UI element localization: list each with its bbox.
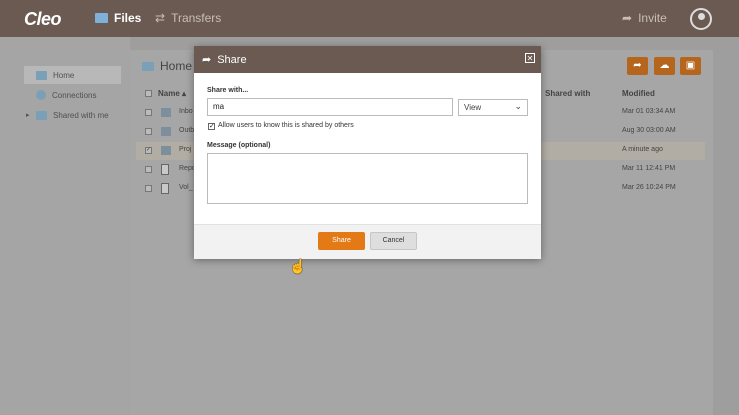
- share-dialog: ➦ Share ✕ Share with... ma View ⌄ ✓ Allo…: [194, 46, 541, 259]
- allow-users-checkbox[interactable]: ✓: [208, 123, 215, 130]
- folder-icon: [161, 146, 171, 155]
- row-checkbox[interactable]: [145, 185, 152, 192]
- share-with-input[interactable]: ma: [207, 98, 453, 116]
- app-logo: Cleo: [24, 9, 62, 29]
- row-checkbox[interactable]: [145, 128, 152, 135]
- row-modified: Aug 30 03:00 AM: [622, 127, 676, 134]
- top-bar: Cleo Files ⇄ Transfers ➦ Invite: [0, 0, 739, 37]
- page-title: Home: [142, 59, 192, 73]
- invite-button[interactable]: ➦ Invite: [622, 11, 667, 25]
- permission-value: View: [464, 103, 482, 112]
- sidebar-item-label: Home: [53, 70, 75, 80]
- share-button-toolbar[interactable]: ➦: [627, 57, 648, 75]
- home-folder-icon: [36, 70, 47, 80]
- select-all-checkbox[interactable]: [145, 90, 152, 97]
- sidebar-item-home[interactable]: Home: [24, 66, 121, 84]
- dialog-title: ➦ Share: [202, 53, 247, 67]
- sidebar-item-connections[interactable]: Connections: [24, 86, 121, 104]
- add-folder-icon: ▣: [685, 60, 696, 71]
- folder-icon: [161, 108, 171, 117]
- column-header-shared-with[interactable]: Shared with: [545, 89, 590, 98]
- row-name[interactable]: Inbo: [179, 108, 193, 115]
- dialog-title-text: Share: [217, 53, 247, 66]
- new-folder-button[interactable]: ▣: [680, 57, 701, 75]
- row-modified: Mar 11 12:41 PM: [622, 165, 676, 172]
- row-modified: Mar 01 03:34 AM: [622, 108, 676, 115]
- sidebar-item-label: Connections: [52, 90, 97, 100]
- row-checkbox[interactable]: [145, 109, 152, 116]
- dialog-footer: [194, 224, 541, 259]
- row-name[interactable]: Vol_: [179, 184, 193, 191]
- row-modified: Mar 26 10:24 PM: [622, 184, 676, 191]
- cloud-upload-icon: ☁: [659, 60, 670, 71]
- document-file-icon: [161, 183, 169, 194]
- folder-icon: [142, 61, 154, 71]
- column-header-name[interactable]: Name ▴: [158, 89, 186, 98]
- sidebar-item-label: Shared with me: [53, 110, 109, 120]
- excel-file-icon: [161, 164, 169, 175]
- invite-label: Invite: [638, 11, 667, 25]
- row-modified: A minute ago: [622, 146, 663, 153]
- expand-arrow-icon[interactable]: ▸: [26, 111, 30, 119]
- globe-icon: [36, 90, 46, 100]
- transfer-icon: ⇄: [155, 11, 166, 25]
- share-arrow-icon: ➦: [622, 11, 633, 25]
- message-textarea[interactable]: [207, 153, 528, 204]
- folder-icon: [161, 127, 171, 136]
- row-name[interactable]: Proj: [179, 146, 191, 153]
- avatar[interactable]: [690, 8, 712, 30]
- close-icon[interactable]: ✕: [525, 53, 535, 63]
- page-title-text: Home: [160, 59, 193, 73]
- dialog-header: ➦ Share ✕: [194, 46, 541, 73]
- row-name[interactable]: Outb: [179, 127, 194, 134]
- upload-button[interactable]: ☁: [654, 57, 675, 75]
- row-checkbox[interactable]: ✓: [145, 147, 152, 154]
- column-header-modified[interactable]: Modified: [622, 89, 655, 98]
- share-button[interactable]: Share: [318, 232, 365, 250]
- nav-files[interactable]: Files: [95, 11, 141, 25]
- nav-files-label: Files: [114, 11, 142, 25]
- message-label: Message (optional): [207, 142, 271, 149]
- shared-folder-icon: [36, 110, 47, 120]
- row-checkbox[interactable]: [145, 166, 152, 173]
- nav-transfers[interactable]: ⇄ Transfers: [155, 11, 221, 25]
- folder-icon: [95, 13, 108, 23]
- chevron-down-icon: ⌄: [514, 101, 522, 111]
- permission-select[interactable]: View ⌄: [458, 99, 528, 116]
- cancel-button[interactable]: Cancel: [370, 232, 417, 250]
- hand-cursor-icon: ☝: [289, 258, 307, 274]
- sidebar-item-shared-with-me[interactable]: ▸ Shared with me: [24, 106, 121, 124]
- nav-transfers-label: Transfers: [171, 11, 222, 25]
- share-with-label: Share with...: [207, 87, 249, 94]
- share-arrow-icon: ➦: [633, 60, 642, 71]
- share-arrow-icon: ➦: [202, 54, 212, 66]
- allow-users-label: Allow users to know this is shared by ot…: [218, 122, 354, 129]
